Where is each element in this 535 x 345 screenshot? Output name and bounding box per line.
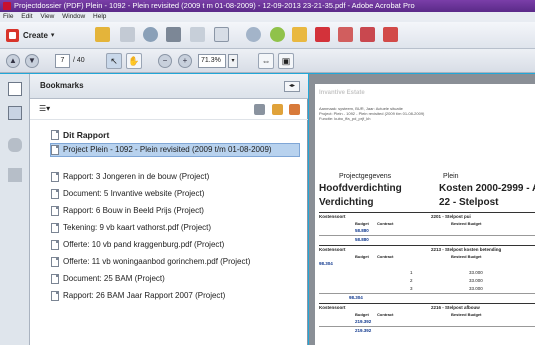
create-icon bbox=[6, 28, 19, 42]
print-icon[interactable] bbox=[166, 27, 181, 42]
attachments-panel-icon[interactable] bbox=[8, 138, 22, 152]
fit-width-icon[interactable]: ⇔ bbox=[258, 53, 274, 69]
document-icon bbox=[51, 145, 59, 155]
bookmark-item[interactable]: Document: 25 BAM (Project) bbox=[51, 273, 301, 285]
bookmark-item[interactable]: Dit Rapport bbox=[51, 129, 301, 141]
bookmark-item[interactable]: Document: 5 Invantive website (Project) bbox=[51, 188, 301, 200]
divider bbox=[319, 326, 535, 327]
next-page-icon[interactable]: ▼ bbox=[25, 54, 39, 68]
bookmarks-panel: Bookmarks ◂▸ ☰▾ Dit Rapport Project Plei… bbox=[30, 74, 308, 345]
page-meta: Aanmaak: systeem, BUR, Jaar: Actuele sit… bbox=[319, 106, 425, 121]
bookmark-item[interactable]: Rapport: 3 Jongeren in de bouw (Project) bbox=[51, 171, 301, 183]
document-icon bbox=[51, 240, 59, 250]
page-total: / 40 bbox=[73, 57, 85, 64]
menu-help[interactable]: Help bbox=[93, 13, 106, 20]
window-title: Projectdossier (PDF) Plein - 1092 - Plei… bbox=[14, 1, 415, 10]
zoom-level-input[interactable]: 71.3% bbox=[198, 54, 226, 68]
stamp-icon[interactable] bbox=[292, 27, 307, 42]
main-toolbar: Create ▾ bbox=[0, 22, 535, 49]
title-bar: Projectdossier (PDF) Plein - 1092 - Plei… bbox=[0, 0, 535, 12]
zoom-out-icon[interactable]: − bbox=[158, 54, 172, 68]
menu-bar: File Edit View Window Help bbox=[0, 12, 535, 22]
zoom-dropdown-icon[interactable]: ▾ bbox=[228, 54, 238, 68]
upload-icon[interactable] bbox=[143, 27, 158, 42]
save-icon[interactable] bbox=[120, 27, 135, 42]
cost-row: Kostensoort 2201 - Stelpost pui bbox=[319, 212, 535, 220]
select-cursor-icon[interactable]: ↖ bbox=[106, 53, 122, 69]
open-folder-icon[interactable] bbox=[95, 27, 110, 42]
menu-file[interactable]: File bbox=[3, 13, 13, 20]
pdf-form-icon[interactable] bbox=[383, 27, 398, 42]
pdf-combine-icon[interactable] bbox=[338, 27, 353, 42]
bookmark-item[interactable]: Offerte: 10 vb pand kraggenburg.pdf (Pro… bbox=[51, 239, 301, 251]
create-button[interactable]: Create ▾ bbox=[6, 27, 54, 43]
hand-tool-icon[interactable]: ✋ bbox=[126, 53, 142, 69]
pdf-export-icon[interactable] bbox=[360, 27, 375, 42]
acrobat-window: Projectdossier (PDF) Plein - 1092 - Plei… bbox=[0, 0, 535, 345]
menu-view[interactable]: View bbox=[40, 13, 54, 20]
fit-page-icon[interactable]: ▣ bbox=[278, 53, 294, 69]
bookmark-item[interactable]: Tekening: 9 vb kaart vathorst.pdf (Proje… bbox=[51, 222, 301, 234]
options-menu-icon[interactable]: ☰▾ bbox=[39, 104, 55, 115]
menu-window[interactable]: Window bbox=[62, 13, 85, 20]
delete-bookmark-icon[interactable] bbox=[254, 104, 265, 115]
hoofdverdichting-value: Kosten 2000-2999 - A bbox=[439, 183, 535, 194]
document-icon bbox=[51, 189, 59, 199]
document-view[interactable]: Invantive Estate Aanmaak: systeem, BUR, … bbox=[309, 74, 535, 345]
verdichting-label: Verdichting bbox=[319, 197, 374, 208]
bookmarks-header: Bookmarks ◂▸ bbox=[30, 74, 308, 99]
chevron-down-icon: ▾ bbox=[50, 32, 55, 39]
document-icon bbox=[51, 206, 59, 216]
plein-label: Plein bbox=[443, 173, 459, 180]
document-icon bbox=[51, 274, 59, 284]
document-icon bbox=[51, 172, 59, 182]
comment-icon[interactable] bbox=[270, 27, 285, 42]
document-icon bbox=[51, 223, 59, 233]
cost-row: Kostensoort 2213 - Stelpost kosten beten… bbox=[319, 245, 535, 253]
pdf-icon[interactable] bbox=[315, 27, 330, 42]
navigation-toolbar: ▲ ▼ 7 / 40 ↖ ✋ − + 71.3% ▾ ⇔ ▣ bbox=[0, 49, 535, 73]
hoofdverdichting-label: Hoofdverdichting bbox=[319, 183, 402, 194]
page-header-title: Invantive Estate bbox=[319, 90, 365, 96]
projectgegevens-label: Projectgegevens bbox=[339, 173, 392, 180]
divider bbox=[319, 293, 535, 294]
navigation-pane-strip bbox=[0, 74, 30, 345]
divider bbox=[319, 235, 535, 236]
page-number-input[interactable]: 7 bbox=[55, 54, 70, 68]
pdf-page: Invantive Estate Aanmaak: systeem, BUR, … bbox=[315, 84, 535, 345]
cost-row: Kostensoort 2216 - Stelpost afbouw bbox=[319, 303, 535, 311]
document-icon bbox=[51, 130, 59, 140]
collapse-panel-icon[interactable]: ◂▸ bbox=[284, 81, 300, 92]
bookmark-item[interactable]: Rapport: 26 BAM Jaar Rapport 2007 (Proje… bbox=[51, 290, 301, 302]
new-bookmark-icon[interactable] bbox=[272, 104, 283, 115]
bookmarks-panel-icon[interactable] bbox=[8, 106, 22, 120]
acrobat-app-icon bbox=[3, 2, 11, 10]
settings-gear-icon[interactable] bbox=[246, 27, 261, 42]
bookmark-properties-icon[interactable] bbox=[289, 104, 300, 115]
document-icon bbox=[51, 257, 59, 267]
verdichting-value: 22 - Stelpost bbox=[439, 197, 499, 208]
bookmark-item[interactable]: Rapport: 6 Bouw in Beeld Prijs (Project) bbox=[51, 205, 301, 217]
email-icon[interactable] bbox=[190, 27, 205, 42]
previous-page-icon[interactable]: ▲ bbox=[6, 54, 20, 68]
bookmarks-toolbar: ☰▾ bbox=[30, 100, 308, 120]
document-icon bbox=[51, 291, 59, 301]
zoom-in-icon[interactable]: + bbox=[178, 54, 192, 68]
pages-panel-icon[interactable] bbox=[8, 82, 22, 96]
menu-edit[interactable]: Edit bbox=[21, 13, 32, 20]
bookmark-item[interactable]: Offerte: 11 vb woningaanbod gorinchem.pd… bbox=[51, 256, 301, 268]
signatures-panel-icon[interactable] bbox=[8, 168, 22, 182]
bookmarks-title: Bookmarks bbox=[40, 81, 84, 90]
envelope-icon[interactable] bbox=[214, 27, 229, 42]
bookmark-item-selected[interactable]: Project Plein - 1092 - Plein revisited (… bbox=[50, 143, 300, 157]
